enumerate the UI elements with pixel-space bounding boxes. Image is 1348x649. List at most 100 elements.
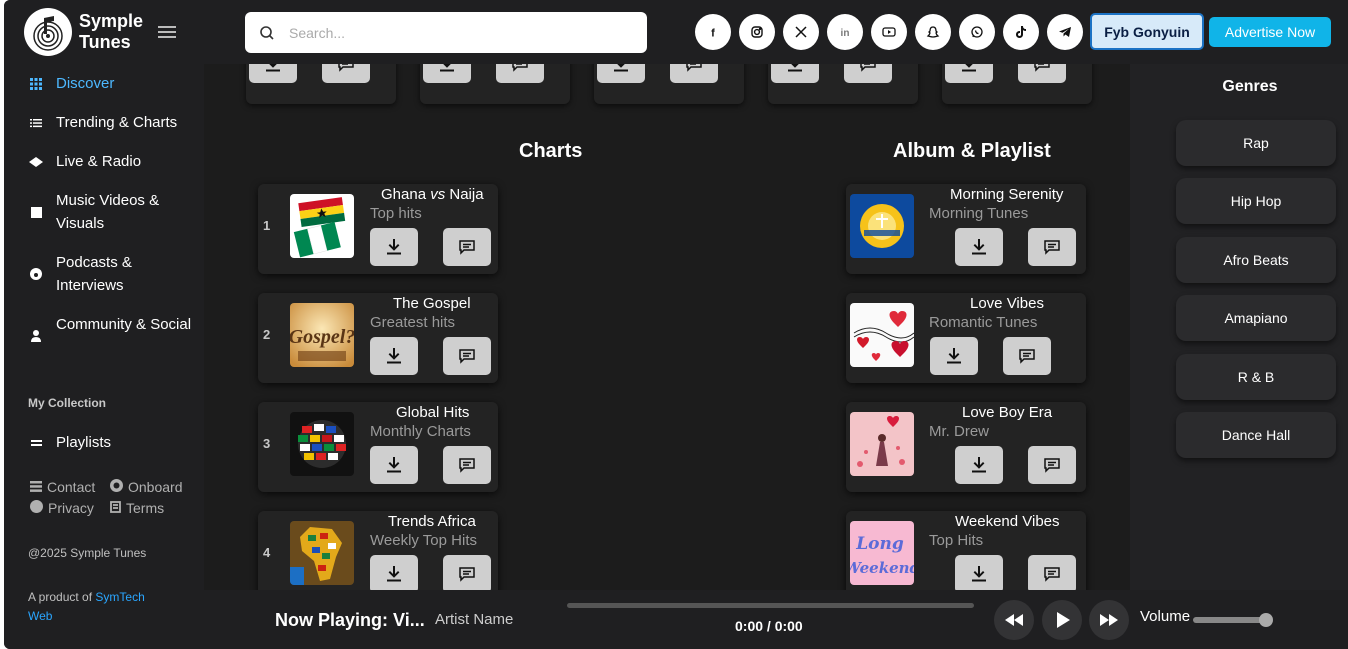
chart-card[interactable]: 2 Gospel? The Gospel Greatest hits <box>258 293 498 383</box>
nav-item-community[interactable]: Community & Social <box>28 313 193 359</box>
progress-bar[interactable] <box>567 603 974 608</box>
comment-button[interactable] <box>443 555 491 590</box>
contact-link[interactable]: Contact <box>30 479 95 495</box>
nav-item-podcasts[interactable]: Podcasts & Interviews <box>28 251 193 297</box>
comment-button[interactable] <box>322 64 370 83</box>
nav-item-live-radio[interactable]: Live & Radio <box>28 150 193 173</box>
genre-afro-beats[interactable]: Afro Beats <box>1176 237 1336 283</box>
snapchat-icon[interactable] <box>915 14 951 50</box>
track-card <box>594 64 744 104</box>
svg-text:in: in <box>841 28 850 39</box>
comment-button[interactable] <box>1018 64 1066 83</box>
comment-button[interactable] <box>496 64 544 83</box>
comment-icon <box>459 567 475 582</box>
charts-title: Charts <box>519 140 583 162</box>
comment-button[interactable] <box>670 64 718 83</box>
comment-icon <box>459 240 475 255</box>
forward-icon <box>1100 614 1118 626</box>
privacy-link[interactable]: Privacy <box>30 500 94 516</box>
comment-button[interactable] <box>443 228 491 266</box>
instagram-icon[interactable] <box>739 14 775 50</box>
album-playlist-title: Album & Playlist <box>893 140 1051 162</box>
album-card[interactable]: Love Boy Era Mr. Drew <box>846 402 1086 492</box>
download-button[interactable] <box>249 64 297 83</box>
search-input[interactable] <box>289 24 619 41</box>
telegram-icon[interactable] <box>1047 14 1083 50</box>
cover-trends-africa <box>290 521 354 585</box>
youtube-icon[interactable] <box>871 14 907 50</box>
collection-heading: My Collection <box>28 396 107 410</box>
linkedin-icon[interactable]: in <box>827 14 863 50</box>
comment-button[interactable] <box>443 337 491 375</box>
volume-knob[interactable] <box>1259 613 1273 627</box>
album-title: Love Vibes <box>970 295 1044 312</box>
tiktok-icon[interactable] <box>1003 14 1039 50</box>
comment-button[interactable] <box>1028 446 1076 484</box>
nav-item-music-videos[interactable]: Music Videos & Visuals <box>28 189 193 235</box>
comment-button[interactable] <box>1028 555 1076 590</box>
app-window: Symple Tunes Discover Trending & Charts <box>4 0 1348 649</box>
album-subtitle: Mr. Drew <box>929 423 989 440</box>
terms-link[interactable]: Terms <box>110 500 164 516</box>
genre-amapiano[interactable]: Amapiano <box>1176 295 1336 341</box>
chart-title: The Gospel <box>393 295 471 312</box>
comment-icon <box>686 64 702 72</box>
chart-card[interactable]: 4 Trends Africa Weekly Top Hits <box>258 511 498 590</box>
download-icon <box>440 64 454 72</box>
logo[interactable]: Symple Tunes <box>24 8 149 56</box>
album-card[interactable]: Morning Serenity Morning Tunes <box>846 184 1086 274</box>
genre-dance-hall[interactable]: Dance Hall <box>1176 412 1336 458</box>
podcast-icon <box>28 251 44 297</box>
album-card[interactable]: Long Weekend Weekend Vibes Top Hits <box>846 511 1086 590</box>
download-button[interactable] <box>945 64 993 83</box>
nav-label: Music Videos & Visuals <box>56 192 160 232</box>
chart-card[interactable]: 3 Global Hits Monthly Charts <box>258 402 498 492</box>
comment-button[interactable] <box>1003 337 1051 375</box>
download-icon <box>614 64 628 72</box>
nav-item-trending[interactable]: Trending & Charts <box>28 111 193 134</box>
download-button[interactable] <box>370 446 418 484</box>
download-button[interactable] <box>771 64 819 83</box>
download-button[interactable] <box>930 337 978 375</box>
onboard-link[interactable]: Onboard <box>110 479 182 495</box>
download-icon <box>962 64 976 72</box>
cover-weekend-vibes: Long Weekend <box>850 521 914 585</box>
chart-rank: 3 <box>263 436 271 451</box>
chart-card[interactable]: 1 Ghana vs Naija Top hits <box>258 184 498 274</box>
nav-label: Trending & Charts <box>56 114 178 131</box>
album-title: Morning Serenity <box>950 186 1064 203</box>
nav-item-discover[interactable]: Discover <box>28 72 193 95</box>
volume-label: Volume <box>1140 608 1191 625</box>
download-button[interactable] <box>955 228 1003 266</box>
menu-toggle-icon[interactable] <box>158 26 176 38</box>
album-card[interactable]: Love Vibes Romantic Tunes <box>846 293 1086 383</box>
user-account-button[interactable]: Fyb Gonyuin <box>1090 13 1204 50</box>
advertise-button[interactable]: Advertise Now <box>1209 17 1331 47</box>
download-button[interactable] <box>597 64 645 83</box>
play-button[interactable] <box>1042 600 1082 640</box>
grid-icon <box>28 72 44 95</box>
nav-item-playlists[interactable]: Playlists <box>28 431 193 454</box>
download-button[interactable] <box>955 446 1003 484</box>
genre-hip-hop[interactable]: Hip Hop <box>1176 178 1336 224</box>
download-icon <box>972 239 986 255</box>
comment-button[interactable] <box>1028 228 1076 266</box>
genre-rnb[interactable]: R & B <box>1176 354 1336 400</box>
genre-rap[interactable]: Rap <box>1176 120 1336 166</box>
volume-slider[interactable] <box>1193 613 1273 627</box>
comment-button[interactable] <box>443 446 491 484</box>
download-button[interactable] <box>370 337 418 375</box>
download-button[interactable] <box>955 555 1003 590</box>
rewind-button[interactable] <box>994 600 1034 640</box>
comment-button[interactable] <box>844 64 892 83</box>
download-button[interactable] <box>370 555 418 590</box>
download-button[interactable] <box>423 64 471 83</box>
facebook-icon[interactable]: f <box>695 14 731 50</box>
whatsapp-icon[interactable] <box>959 14 995 50</box>
genres-panel: Genres Rap Hip Hop Afro Beats Amapiano R… <box>1130 64 1348 590</box>
album-subtitle: Morning Tunes <box>929 205 1029 222</box>
search-bar[interactable] <box>245 12 647 53</box>
forward-button[interactable] <box>1089 600 1129 640</box>
download-button[interactable] <box>370 228 418 266</box>
x-icon[interactable] <box>783 14 819 50</box>
